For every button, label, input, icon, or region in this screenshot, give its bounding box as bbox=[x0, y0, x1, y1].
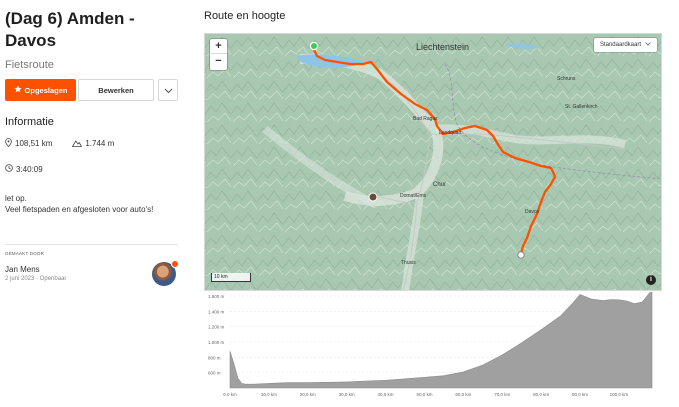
x-tick-label: 10,0 km bbox=[261, 392, 277, 397]
divider bbox=[5, 244, 178, 245]
y-tick-label: 1.000 m bbox=[208, 340, 225, 345]
y-tick-label: 600 m bbox=[208, 371, 221, 376]
elevation-stat: 1.744 m bbox=[72, 138, 114, 149]
mountain-icon bbox=[72, 139, 83, 149]
distance-value: 108,51 km bbox=[15, 139, 53, 148]
map-type-select[interactable]: Standaardkaart bbox=[593, 38, 657, 52]
avatar[interactable] bbox=[152, 260, 179, 286]
elevation-value: 1.744 m bbox=[85, 139, 115, 148]
info-heading: Informatie bbox=[5, 116, 54, 128]
map-scale: 10 km bbox=[211, 273, 251, 282]
x-tick-label: 0,0 km bbox=[223, 392, 237, 397]
x-tick-label: 40,0 km bbox=[378, 392, 394, 397]
map-label-liechtenstein: Liechtenstein bbox=[416, 42, 470, 52]
author-name[interactable]: Jan Mens bbox=[5, 265, 40, 274]
time-value: 3:40:09 bbox=[16, 164, 43, 174]
x-tick-label: 90,0 km bbox=[572, 392, 588, 397]
edit-button[interactable]: Bewerken bbox=[78, 79, 154, 101]
zoom-controls: + − bbox=[210, 39, 227, 70]
map-label-davos: Davos bbox=[525, 209, 540, 215]
x-tick-label: 70,0 km bbox=[494, 392, 510, 397]
route-map[interactable]: Liechtenstein Schruns Bad Ragaz Landquar… bbox=[204, 33, 662, 291]
route-description: let op. Veel fietspaden en afgesloten vo… bbox=[5, 194, 154, 214]
y-tick-label: 1.400 m bbox=[208, 309, 225, 314]
elevation-chart[interactable]: 600 m 800 m 1.000 m 1.200 m 1.400 m 1.600 m 0,… bbox=[204, 289, 662, 400]
map-label-st-gallenkirch: St. Gallenkirch bbox=[565, 104, 598, 110]
y-tick-label: 1.600 m bbox=[208, 294, 225, 299]
map-info-icon[interactable]: i bbox=[646, 275, 656, 285]
route-elevation-heading: Route en hoogte bbox=[204, 10, 286, 22]
x-tick-label: 100,0 km bbox=[610, 392, 629, 397]
route-info-panel: (Dag 6) Amden - Davos Fietsroute Opgesla… bbox=[5, 8, 180, 215]
subscriber-badge-icon bbox=[171, 260, 179, 268]
map-label-bad-ragaz: Bad Ragaz bbox=[413, 116, 438, 122]
elevation-chart-svg: 600 m 800 m 1.000 m 1.200 m 1.400 m 1.600 m 0,… bbox=[208, 289, 653, 397]
map-label-landquart: Landquart bbox=[439, 130, 462, 136]
chevron-down-icon bbox=[645, 38, 651, 52]
x-tick-label: 60,0 km bbox=[455, 392, 471, 397]
author-meta: 2 juni 2023 · Openbaar bbox=[5, 276, 67, 282]
map-type-label: Standaardkaart bbox=[599, 42, 641, 48]
x-tick-label: 30,0 km bbox=[339, 392, 355, 397]
clock-icon bbox=[5, 164, 13, 174]
zoom-in-button[interactable]: + bbox=[210, 39, 227, 54]
map-label-chur: Chur bbox=[433, 182, 447, 188]
time-stat: 3:40:09 bbox=[5, 164, 180, 174]
location-pin-icon bbox=[5, 138, 12, 149]
terrain-map bbox=[205, 34, 661, 290]
route-type: Fietsroute bbox=[5, 59, 54, 71]
route-end-marker bbox=[517, 251, 525, 259]
distance-stat: 108,51 km bbox=[5, 138, 52, 149]
saved-label: Opgeslagen bbox=[24, 85, 68, 95]
more-options-button[interactable] bbox=[158, 79, 178, 101]
saved-button[interactable]: Opgeslagen bbox=[5, 79, 76, 101]
map-label-domat-ems: Domat/Ems bbox=[400, 193, 427, 199]
route-start-marker bbox=[309, 41, 319, 51]
y-tick-label: 800 m bbox=[208, 355, 221, 360]
route-title: (Dag 6) Amden - Davos bbox=[5, 9, 135, 50]
route-stats: 108,51 km 1.744 m bbox=[5, 138, 180, 149]
map-label-schruns: Schruns bbox=[557, 76, 576, 82]
zoom-out-button[interactable]: − bbox=[210, 54, 227, 69]
x-tick-label: 50,0 km bbox=[416, 392, 432, 397]
poi-marker[interactable] bbox=[368, 192, 378, 202]
x-tick-label: 80,0 km bbox=[533, 392, 549, 397]
y-tick-label: 1.200 m bbox=[208, 325, 225, 330]
elevation-area bbox=[229, 289, 653, 389]
x-tick-label: 20,0 km bbox=[300, 392, 316, 397]
chevron-down-icon bbox=[164, 81, 173, 99]
map-label-thusis: Thusis bbox=[401, 260, 416, 266]
action-buttons: Opgeslagen Bewerken bbox=[5, 79, 180, 101]
made-by-label: GEMAAKT DOOR bbox=[5, 251, 45, 256]
star-icon bbox=[13, 85, 22, 95]
